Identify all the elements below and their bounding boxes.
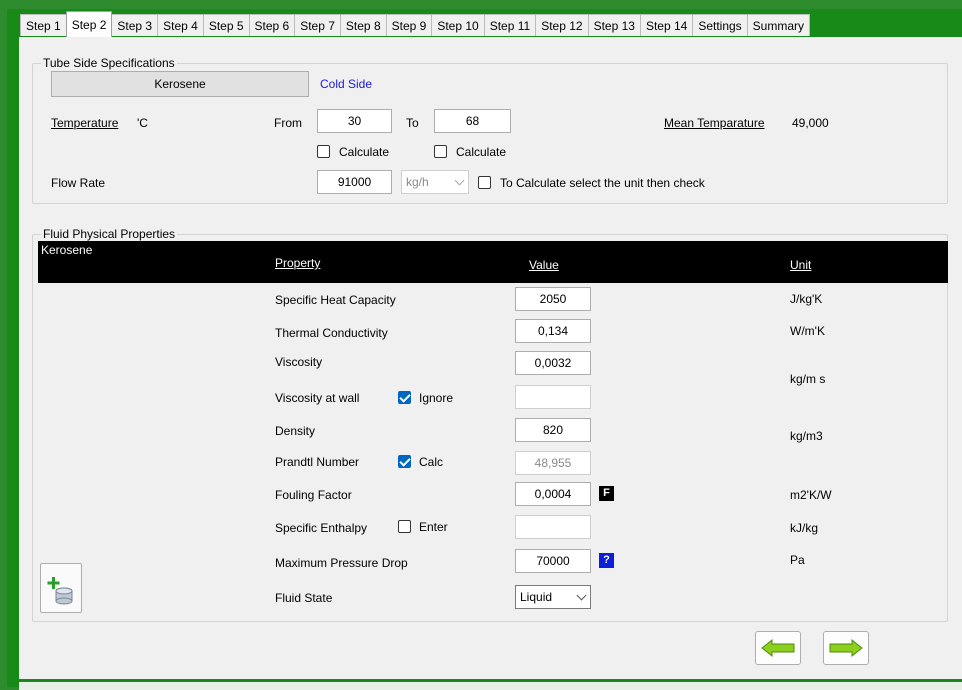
viscosity-wall-ignore-checkbox[interactable] [398,391,411,404]
viscosity-unit: kg/m s [790,372,826,386]
specific-heat-input[interactable]: 2050 [515,287,591,311]
add-database-button[interactable] [40,563,82,613]
tab-step-13[interactable]: Step 13 [587,14,641,36]
temperature-label[interactable]: Temperature [51,116,118,130]
from-temperature-input[interactable]: 30 [317,109,392,133]
flow-unit-value: kg/h [406,175,429,189]
unit-column-header: Unit [790,258,812,272]
fluid-name: Kerosene [41,243,93,257]
prandtl-label: Prandtl Number [275,455,360,469]
value-column-header: Value [529,258,559,272]
max-pressure-drop-label: Maximum Pressure Drop [275,556,408,570]
tab-settings[interactable]: Settings [692,14,748,36]
tab-step-8[interactable]: Step 8 [339,14,387,36]
properties-header: Kerosene Property Value Unit [38,241,948,283]
specific-enthalpy-label: Specific Enthalpy [275,521,368,535]
tab-step-6[interactable]: Step 6 [248,14,296,36]
help-icon[interactable]: ? [599,553,614,568]
specific-heat-unit: J/kg'K [790,292,823,306]
property-column-header: Property [275,256,321,270]
tab-step-5[interactable]: Step 5 [202,14,250,36]
chevron-down-icon [576,590,587,601]
calculate-from-label: Calculate [339,145,390,159]
viscosity-wall-ignore-label: Ignore [419,391,454,405]
side-label: Cold Side [320,77,373,91]
fluid-state-label: Fluid State [275,591,333,605]
tab-step-4[interactable]: Step 4 [157,14,204,36]
tab-step-10[interactable]: Step 10 [431,14,485,36]
thermal-conductivity-input[interactable]: 0,134 [515,319,591,343]
density-input[interactable]: 820 [515,418,591,442]
tab-strip: Step 1 Step 2 Step 3 Step 4 Step 5 Step 6 Step… [20,11,811,38]
add-database-icon [47,577,73,605]
fluid-properties-legend: Fluid Physical Properties [41,227,178,241]
viscosity-input[interactable]: 0,0032 [515,351,591,375]
prandtl-calc-checkbox[interactable] [398,455,411,468]
arrow-left-icon [761,638,795,658]
tab-step-14[interactable]: Step 14 [639,14,694,36]
prandtl-input[interactable]: 48,955 [515,451,591,475]
fluid-state-value: Liquid [520,590,553,604]
density-label: Density [275,424,316,438]
mean-temperature-value: 49,000 [792,116,829,130]
calculate-to-checkbox[interactable] [434,145,447,158]
specific-heat-label: Specific Heat Capacity [275,293,396,307]
previous-step-button[interactable] [755,631,801,665]
arrow-right-icon [829,638,863,658]
prandtl-calc-label: Calc [419,455,444,469]
specific-enthalpy-unit: kJ/kg [790,521,819,535]
viscosity-label: Viscosity [275,355,323,369]
specific-enthalpy-enter-checkbox[interactable] [398,520,411,533]
fluid-state-select[interactable]: Liquid [515,585,591,609]
tab-step-9[interactable]: Step 9 [385,14,433,36]
chevron-down-icon [454,175,465,186]
fouling-factor-unit: m2'K/W [790,488,832,502]
max-pressure-drop-unit: Pa [790,553,805,567]
tab-summary[interactable]: Summary [746,14,811,36]
bottom-strip [19,679,962,690]
flow-unit-select[interactable]: kg/h [401,170,469,194]
tab-step-7[interactable]: Step 7 [294,14,341,36]
tube-side-legend: Tube Side Specifications [41,56,177,70]
flow-calculate-checkbox[interactable] [478,176,491,189]
max-pressure-drop-input[interactable]: 70000 [515,549,591,573]
to-label: To [406,116,419,130]
calculate-to-label: Calculate [456,145,507,159]
viscosity-wall-label: Viscosity at wall [275,391,360,405]
tab-step-2[interactable]: Step 2 [65,11,113,37]
tab-step-11[interactable]: Step 11 [483,14,537,36]
tab-step-1[interactable]: Step 1 [20,14,67,36]
tab-step-3[interactable]: Step 3 [111,14,159,36]
thermal-conductivity-label: Thermal Conductivity [275,326,388,340]
calculate-from-checkbox[interactable] [317,145,330,158]
to-temperature-input[interactable]: 68 [434,109,511,133]
flow-rate-label: Flow Rate [51,176,106,190]
from-label: From [274,116,302,130]
flow-calculate-hint: To Calculate select the unit then check [500,176,705,190]
temperature-unit: 'C [137,116,148,130]
flow-rate-input[interactable]: 91000 [317,170,392,194]
density-unit: kg/m3 [790,429,823,443]
fouling-factor-icon[interactable]: F [599,486,614,501]
mean-temperature-label[interactable]: Mean Temparature [664,116,765,130]
fouling-factor-input[interactable]: 0,0004 [515,482,591,506]
specific-enthalpy-input[interactable] [515,515,591,539]
fluid-select-button[interactable]: Kerosene [51,71,309,97]
fouling-factor-label: Fouling Factor [275,488,352,502]
thermal-conductivity-unit: W/m'K [790,324,825,338]
tab-step-12[interactable]: Step 12 [535,14,589,36]
viscosity-wall-input[interactable] [515,385,591,409]
next-step-button[interactable] [823,631,869,665]
specific-enthalpy-enter-label: Enter [419,520,448,534]
